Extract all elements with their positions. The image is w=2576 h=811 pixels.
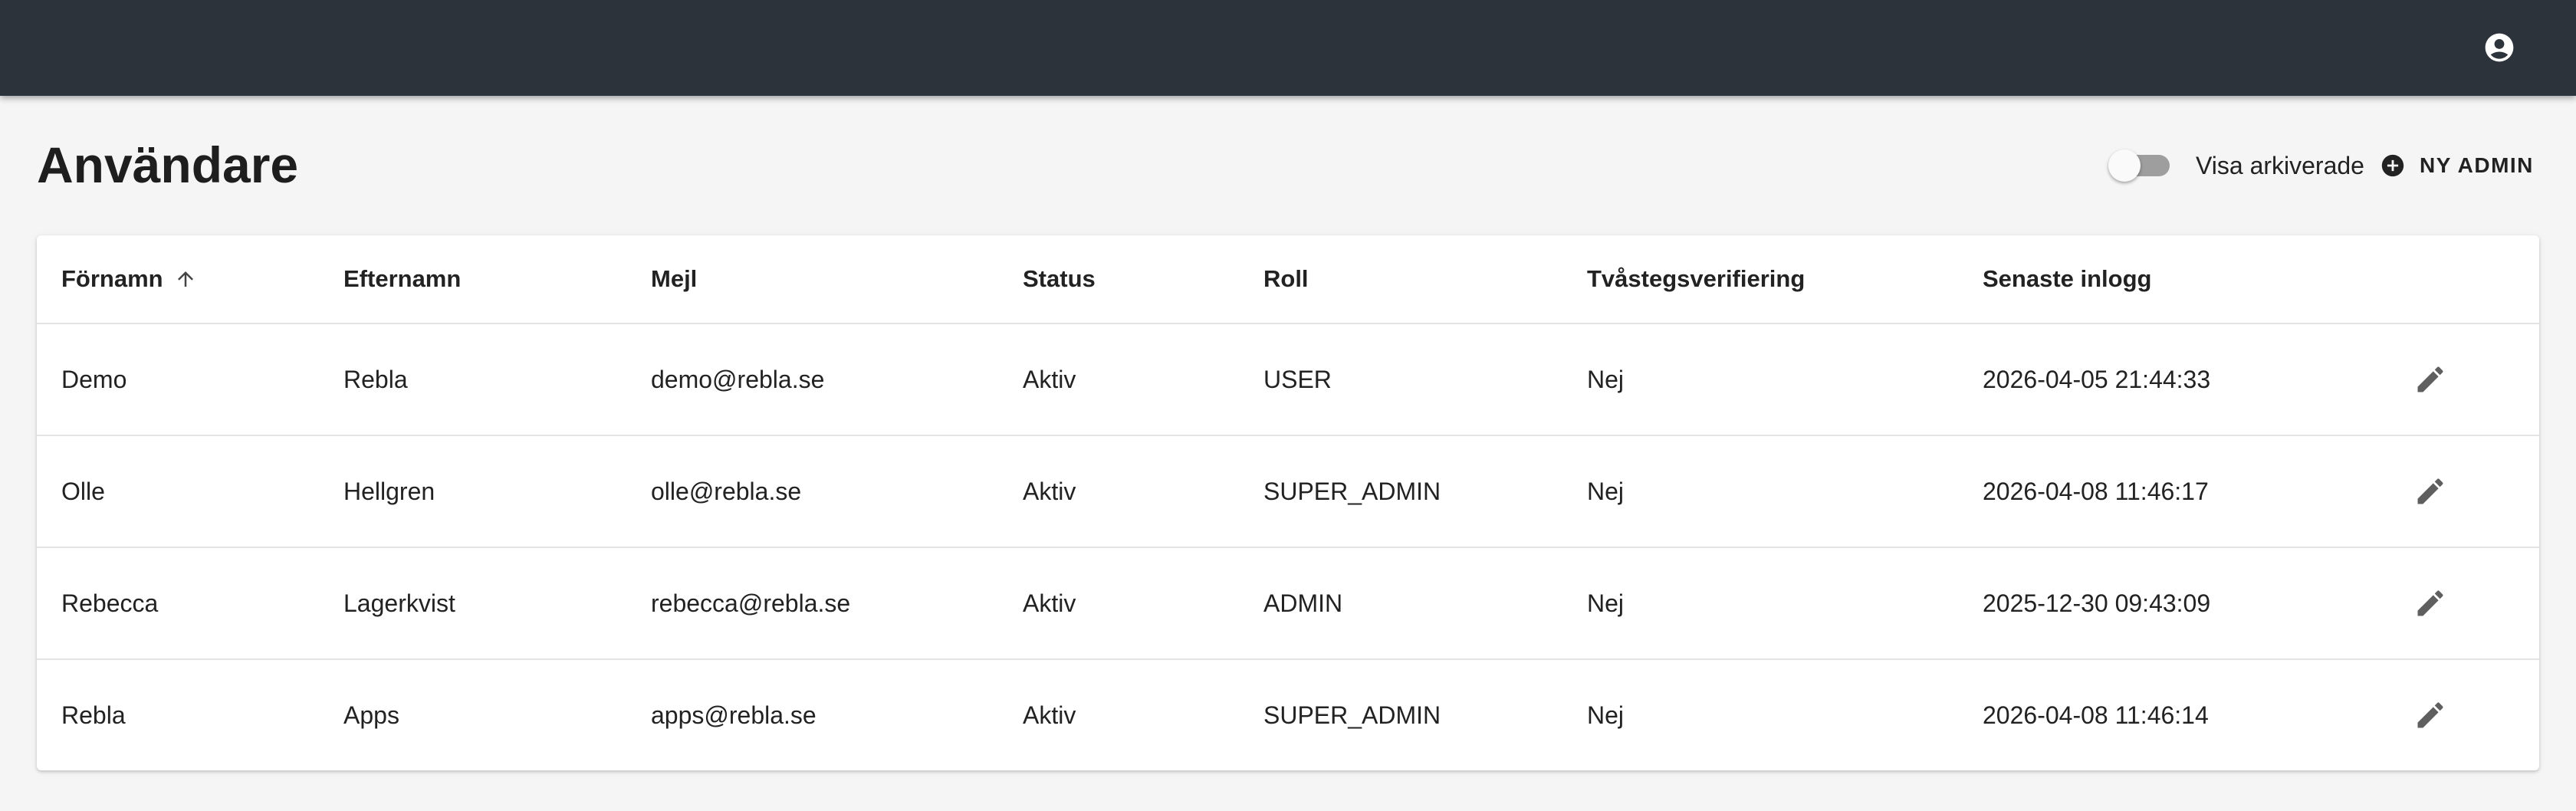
table-row[interactable]: Rebecca Lagerkvist rebecca@rebla.se Akti… — [37, 548, 2539, 660]
cell-two-factor: Nej — [1587, 477, 1625, 505]
cell-role: SUPER_ADMIN — [1263, 701, 1441, 729]
top-app-bar — [0, 0, 2576, 96]
edit-button[interactable] — [2407, 548, 2453, 658]
add-circle-icon — [2381, 154, 2404, 177]
cell-two-factor: Nej — [1587, 365, 1625, 393]
cell-last-login: 2026-04-08 11:46:14 — [1983, 701, 2209, 729]
edit-pencil-icon — [2417, 478, 2443, 504]
new-admin-label: NY ADMIN — [2420, 153, 2534, 177]
edit-pencil-icon — [2417, 702, 2443, 728]
cell-last-name: Hellgren — [343, 477, 435, 505]
column-header-last-login[interactable]: Senaste inlogg — [1983, 235, 2151, 323]
show-archived-label: Visa arkiverade — [2196, 151, 2364, 179]
table-row[interactable]: Rebla Apps apps@rebla.se Aktiv SUPER_ADM… — [37, 660, 2539, 770]
toggle-switch[interactable] — [2108, 149, 2170, 182]
users-table: Förnamn Efternamn Mejl Status Roll Tvåst… — [37, 235, 2539, 770]
cell-first-name: Rebecca — [61, 589, 159, 617]
table-row[interactable]: Demo Rebla demo@rebla.se Aktiv USER Nej … — [37, 324, 2539, 436]
cell-last-name: Rebla — [343, 365, 408, 393]
cell-two-factor: Nej — [1587, 701, 1625, 729]
cell-last-login: 2026-04-08 11:46:17 — [1983, 477, 2209, 505]
arrow-up-icon[interactable] — [174, 268, 197, 291]
account-circle-icon — [2485, 33, 2514, 62]
edit-pencil-icon — [2417, 590, 2443, 616]
cell-role: ADMIN — [1263, 589, 1343, 617]
table-row[interactable]: Olle Hellgren olle@rebla.se Aktiv SUPER_… — [37, 436, 2539, 548]
cell-status: Aktiv — [1023, 477, 1076, 505]
show-archived-toggle[interactable]: Visa arkiverade — [2108, 149, 2364, 182]
cell-email: olle@rebla.se — [651, 477, 802, 505]
cell-first-name: Rebla — [61, 701, 126, 729]
cell-email: apps@rebla.se — [651, 701, 816, 729]
new-admin-button[interactable]: NY ADMIN — [2369, 143, 2545, 189]
column-header-last-name[interactable]: Efternamn — [343, 235, 461, 323]
column-header-label: Förnamn — [61, 265, 163, 292]
cell-first-name: Demo — [61, 365, 127, 393]
cell-last-login: 2025-12-30 09:43:09 — [1983, 589, 2211, 617]
page-title: Användare — [37, 136, 299, 193]
cell-last-name: Apps — [343, 701, 399, 729]
cell-two-factor: Nej — [1587, 589, 1625, 617]
cell-last-login: 2026-04-05 21:44:33 — [1983, 365, 2211, 393]
edit-button[interactable] — [2407, 324, 2453, 435]
account-button[interactable] — [2481, 29, 2518, 66]
column-header-role[interactable]: Roll — [1263, 235, 1309, 323]
column-header-email[interactable]: Mejl — [651, 235, 697, 323]
cell-role: SUPER_ADMIN — [1263, 477, 1441, 505]
column-header-status[interactable]: Status — [1023, 235, 1096, 323]
cell-status: Aktiv — [1023, 365, 1076, 393]
cell-status: Aktiv — [1023, 701, 1076, 729]
edit-button[interactable] — [2407, 436, 2453, 547]
cell-last-name: Lagerkvist — [343, 589, 455, 617]
cell-role: USER — [1263, 365, 1332, 393]
toggle-thumb[interactable] — [2108, 149, 2141, 182]
table-header-row: Förnamn Efternamn Mejl Status Roll Tvåst… — [37, 235, 2539, 324]
edit-button[interactable] — [2407, 660, 2453, 770]
cell-status: Aktiv — [1023, 589, 1076, 617]
cell-email: demo@rebla.se — [651, 365, 825, 393]
edit-pencil-icon — [2417, 366, 2443, 392]
cell-email: rebecca@rebla.se — [651, 589, 851, 617]
column-header-two-factor[interactable]: Tvåstegsverifiering — [1587, 235, 1805, 323]
column-header-first-name[interactable]: Förnamn — [61, 235, 197, 323]
cell-first-name: Olle — [61, 477, 105, 505]
